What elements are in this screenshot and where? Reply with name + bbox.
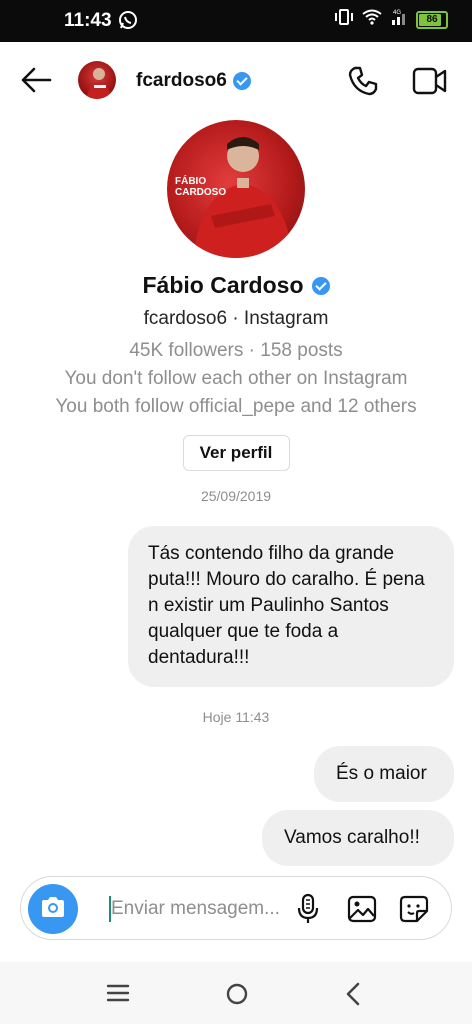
battery-level: 86 [426, 14, 438, 25]
avatar-caption-line2: CARDOSO [175, 187, 227, 198]
profile-name-text: Fábio Cardoso [142, 272, 304, 298]
signal-icon: 4G [390, 9, 408, 30]
avatar-caption-line1: FÁBIO [175, 176, 207, 187]
back-icon[interactable] [344, 981, 362, 1012]
phone-call-icon[interactable] [346, 64, 380, 103]
follow-status: You don't follow each other on Instagram [64, 368, 408, 389]
message-bubble[interactable]: És o maior [314, 746, 454, 802]
profile-card: FÁBIO CARDOSO Fábio Cardoso fcardoso6 · … [0, 120, 472, 471]
microphone-icon[interactable] [295, 893, 321, 930]
home-icon[interactable] [225, 982, 249, 1011]
verified-badge-icon [232, 72, 251, 90]
profile-name: Fábio Cardoso [0, 272, 472, 299]
gallery-icon[interactable] [347, 895, 377, 928]
profile-meta: 45K followers · 158 posts You don't foll… [0, 337, 472, 421]
back-arrow-icon[interactable] [20, 66, 52, 99]
wifi-icon [362, 9, 382, 30]
battery-icon: 86 [416, 10, 448, 29]
camera-button[interactable] [28, 884, 78, 934]
profile-handle: fcardoso6 · Instagram [143, 308, 329, 329]
chat-header: fcardoso6 [0, 42, 472, 120]
message-composer [20, 876, 452, 940]
mutual-followers: You both follow official_pepe and 12 oth… [55, 396, 417, 417]
system-nav-bar [0, 962, 472, 1024]
status-time: 11:43 [64, 10, 112, 31]
text-cursor [109, 896, 111, 922]
username-text: fcardoso6 [136, 70, 227, 91]
profile-stats: 45K followers · 158 posts [129, 340, 343, 361]
profile-avatar[interactable]: FÁBIO CARDOSO [167, 120, 305, 258]
svg-text:4G: 4G [393, 10, 401, 16]
message-bubble[interactable]: Tás contendo filho da grande puta!!! Mou… [128, 526, 454, 687]
header-username[interactable]: fcardoso6 [136, 70, 251, 92]
whatsapp-icon [118, 10, 138, 35]
status-icons: 4G 86 [334, 9, 448, 30]
date-divider: Hoje 11:43 [202, 709, 270, 725]
verified-badge-icon [311, 276, 330, 295]
view-profile-button[interactable]: Ver perfil [182, 435, 290, 471]
header-avatar[interactable] [78, 61, 116, 99]
date-divider: 25/09/2019 [200, 488, 272, 504]
avatar-caption: FÁBIO CARDOSO [175, 176, 226, 198]
camera-icon [39, 895, 67, 924]
vibrate-icon [334, 9, 354, 30]
status-bar: 11:43 4G 86 [0, 0, 472, 42]
message-input[interactable] [89, 893, 289, 925]
message-bubble[interactable]: Vamos caralho!! [262, 810, 454, 866]
sticker-icon[interactable] [399, 895, 429, 928]
video-call-icon[interactable] [412, 66, 448, 101]
menu-icon[interactable] [106, 984, 130, 1007]
